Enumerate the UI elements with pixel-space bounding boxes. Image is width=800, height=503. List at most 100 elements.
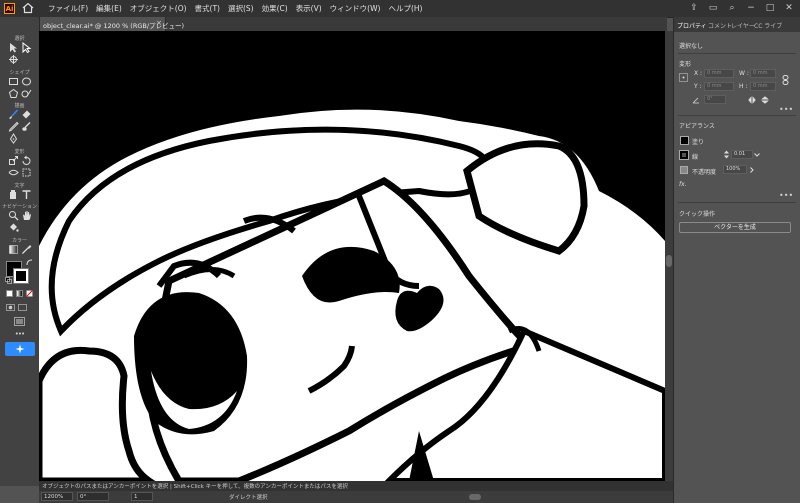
stroke-weight-stepper-icon[interactable] <box>723 150 730 159</box>
tab-properties[interactable]: プロパティ <box>677 21 707 30</box>
properties-panel: プロパティ コメント レイヤー CC ライブ 選択なし 変形 X : 0 mm … <box>673 17 800 503</box>
eraser-tool-icon[interactable] <box>21 109 32 120</box>
rotate-tool-icon[interactable] <box>21 155 32 166</box>
chevron-down-icon[interactable] <box>754 153 760 157</box>
blob-brush-tool-icon[interactable] <box>21 121 32 132</box>
menu-window[interactable]: ウィンドウ(W) <box>326 3 385 14</box>
share-icon[interactable]: ⇪ <box>689 2 699 14</box>
tab-layers[interactable]: レイヤー <box>731 21 755 30</box>
stroke-swatch[interactable] <box>13 268 29 284</box>
menu-file[interactable]: ファイル(F) <box>44 3 92 14</box>
close-icon[interactable]: ✕ <box>784 2 794 14</box>
color-mode-icon[interactable] <box>6 290 13 297</box>
generate-vector-button[interactable]: ベクターを生成 <box>679 222 791 233</box>
gradient-mode-icon[interactable] <box>16 290 23 297</box>
stroke-weight-field[interactable]: 0.01 <box>731 150 753 159</box>
close-tab-icon[interactable]: × <box>156 19 162 27</box>
edit-toolbar-button[interactable]: ••• <box>0 330 39 338</box>
tab-comments[interactable]: コメント <box>708 21 732 30</box>
opacity-icon <box>680 166 688 174</box>
tools-panel: 選択 シェイプ 描画 変形 文字 ナビゲーション カラー ••• <box>0 17 40 486</box>
effects-fx-button[interactable]: fx. <box>679 181 687 188</box>
rotation-field[interactable]: 0° <box>77 492 109 501</box>
stroke-color-swatch[interactable] <box>679 150 689 160</box>
sparkle-icon <box>15 344 25 354</box>
menu-view[interactable]: 表示(V) <box>292 3 326 14</box>
x-field[interactable]: 0 mm <box>704 69 734 78</box>
artboard-canvas[interactable] <box>39 31 665 481</box>
reference-point-icon[interactable] <box>679 73 688 82</box>
type-tool-icon[interactable] <box>21 189 32 200</box>
draw-inside-icon[interactable] <box>18 304 27 311</box>
selection-tool-icon[interactable] <box>8 42 19 53</box>
magic-wand-tool-icon[interactable] <box>8 54 19 65</box>
menu-help[interactable]: ヘルプ(H) <box>384 3 426 14</box>
menu-object[interactable]: オブジェクト(O) <box>126 3 191 14</box>
transform-more-options[interactable]: ••• <box>779 105 793 114</box>
opacity-field[interactable]: 100% <box>723 165 747 174</box>
none-mode-icon[interactable] <box>26 290 33 297</box>
swap-fill-stroke-icon[interactable] <box>26 259 33 266</box>
chevron-right-icon[interactable] <box>750 167 754 173</box>
section-draw-label: 描画 <box>14 103 25 109</box>
status-hint-bar: オブジェクトのパスまたはアンカーポイントを選択 | Shift+Click キー… <box>39 481 673 491</box>
pencil-tool-icon[interactable] <box>8 121 19 132</box>
free-transform-tool-icon[interactable] <box>21 167 32 178</box>
search-icon[interactable]: ⌕ <box>727 2 737 14</box>
menu-edit[interactable]: 編集(E) <box>92 3 126 14</box>
default-fill-stroke-icon[interactable] <box>5 277 12 284</box>
height-field[interactable]: 0 mm <box>750 82 776 91</box>
screen-mode-icon[interactable] <box>14 317 25 326</box>
flip-horizontal-icon[interactable] <box>748 96 756 104</box>
zoom-tool-icon[interactable] <box>8 210 19 221</box>
appearance-more-options[interactable]: ••• <box>779 191 793 200</box>
gradient-tool-icon[interactable] <box>8 244 19 255</box>
divider <box>678 53 796 54</box>
fill-color-swatch[interactable] <box>680 136 689 145</box>
flip-vertical-icon[interactable] <box>761 96 769 104</box>
symbol-sprayer-tool-icon[interactable] <box>8 189 19 200</box>
document-tab[interactable]: object_clear.ai* @ 1200 % (RGB/プレビュー) × <box>39 17 184 31</box>
horizontal-scroll-thumb[interactable] <box>469 494 481 500</box>
rotation-angle-field[interactable]: 0° <box>704 95 726 104</box>
stroke-label: 線 <box>692 154 699 161</box>
vertical-scrollbar[interactable] <box>665 31 673 481</box>
scale-tool-icon[interactable] <box>8 155 19 166</box>
divider <box>678 202 796 203</box>
live-paint-bucket-tool-icon[interactable] <box>8 222 19 233</box>
hand-tool-icon[interactable] <box>21 210 32 221</box>
panel-layout-icon[interactable]: ▭ <box>708 2 718 14</box>
width-field[interactable]: 0 mm <box>750 69 776 78</box>
minimize-icon[interactable]: − <box>746 2 756 14</box>
zoom-level-field[interactable]: 1200% <box>41 492 73 501</box>
rectangle-tool-icon[interactable] <box>8 76 19 87</box>
tab-cc-libraries[interactable]: CC ライブ <box>754 21 782 30</box>
artboard-navigator-field[interactable]: 1 <box>131 492 153 501</box>
constrain-proportions-icon[interactable] <box>782 75 789 85</box>
ai-generate-button[interactable] <box>5 342 35 356</box>
hair-puff-left <box>39 346 156 481</box>
y-field[interactable]: 0 mm <box>704 82 734 91</box>
section-transform-label: 変形 <box>14 149 25 155</box>
section-navigation-label: ナビゲーション <box>2 204 37 210</box>
drawing-mode-icon[interactable] <box>6 304 15 311</box>
menu-effect[interactable]: 効果(C) <box>258 3 292 14</box>
vertical-scroll-thumb[interactable] <box>666 255 672 267</box>
width-tool-icon[interactable] <box>8 167 19 178</box>
main-menu: ファイル(F) 編集(E) オブジェクト(O) 書式(T) 選択(S) 効果(C… <box>44 3 426 14</box>
polygon-tool-icon[interactable] <box>8 88 19 99</box>
w-label: W : <box>739 70 749 77</box>
direct-selection-tool-icon[interactable] <box>21 42 32 53</box>
paintbrush-tool-icon[interactable] <box>8 109 19 120</box>
section-shape-label: シェイプ <box>9 70 30 76</box>
menu-type[interactable]: 書式(T) <box>191 3 224 14</box>
shaper-tool-icon[interactable] <box>21 88 32 99</box>
menu-select[interactable]: 選択(S) <box>224 3 258 14</box>
rotate-angle-icon <box>692 97 699 104</box>
pen-tool-icon[interactable] <box>8 133 19 144</box>
maximize-icon[interactable]: □ <box>765 2 775 14</box>
eyedropper-tool-icon[interactable] <box>21 244 32 255</box>
ellipse-tool-icon[interactable] <box>21 76 32 87</box>
home-icon[interactable] <box>22 2 34 14</box>
section-color-label: カラー <box>11 238 27 244</box>
